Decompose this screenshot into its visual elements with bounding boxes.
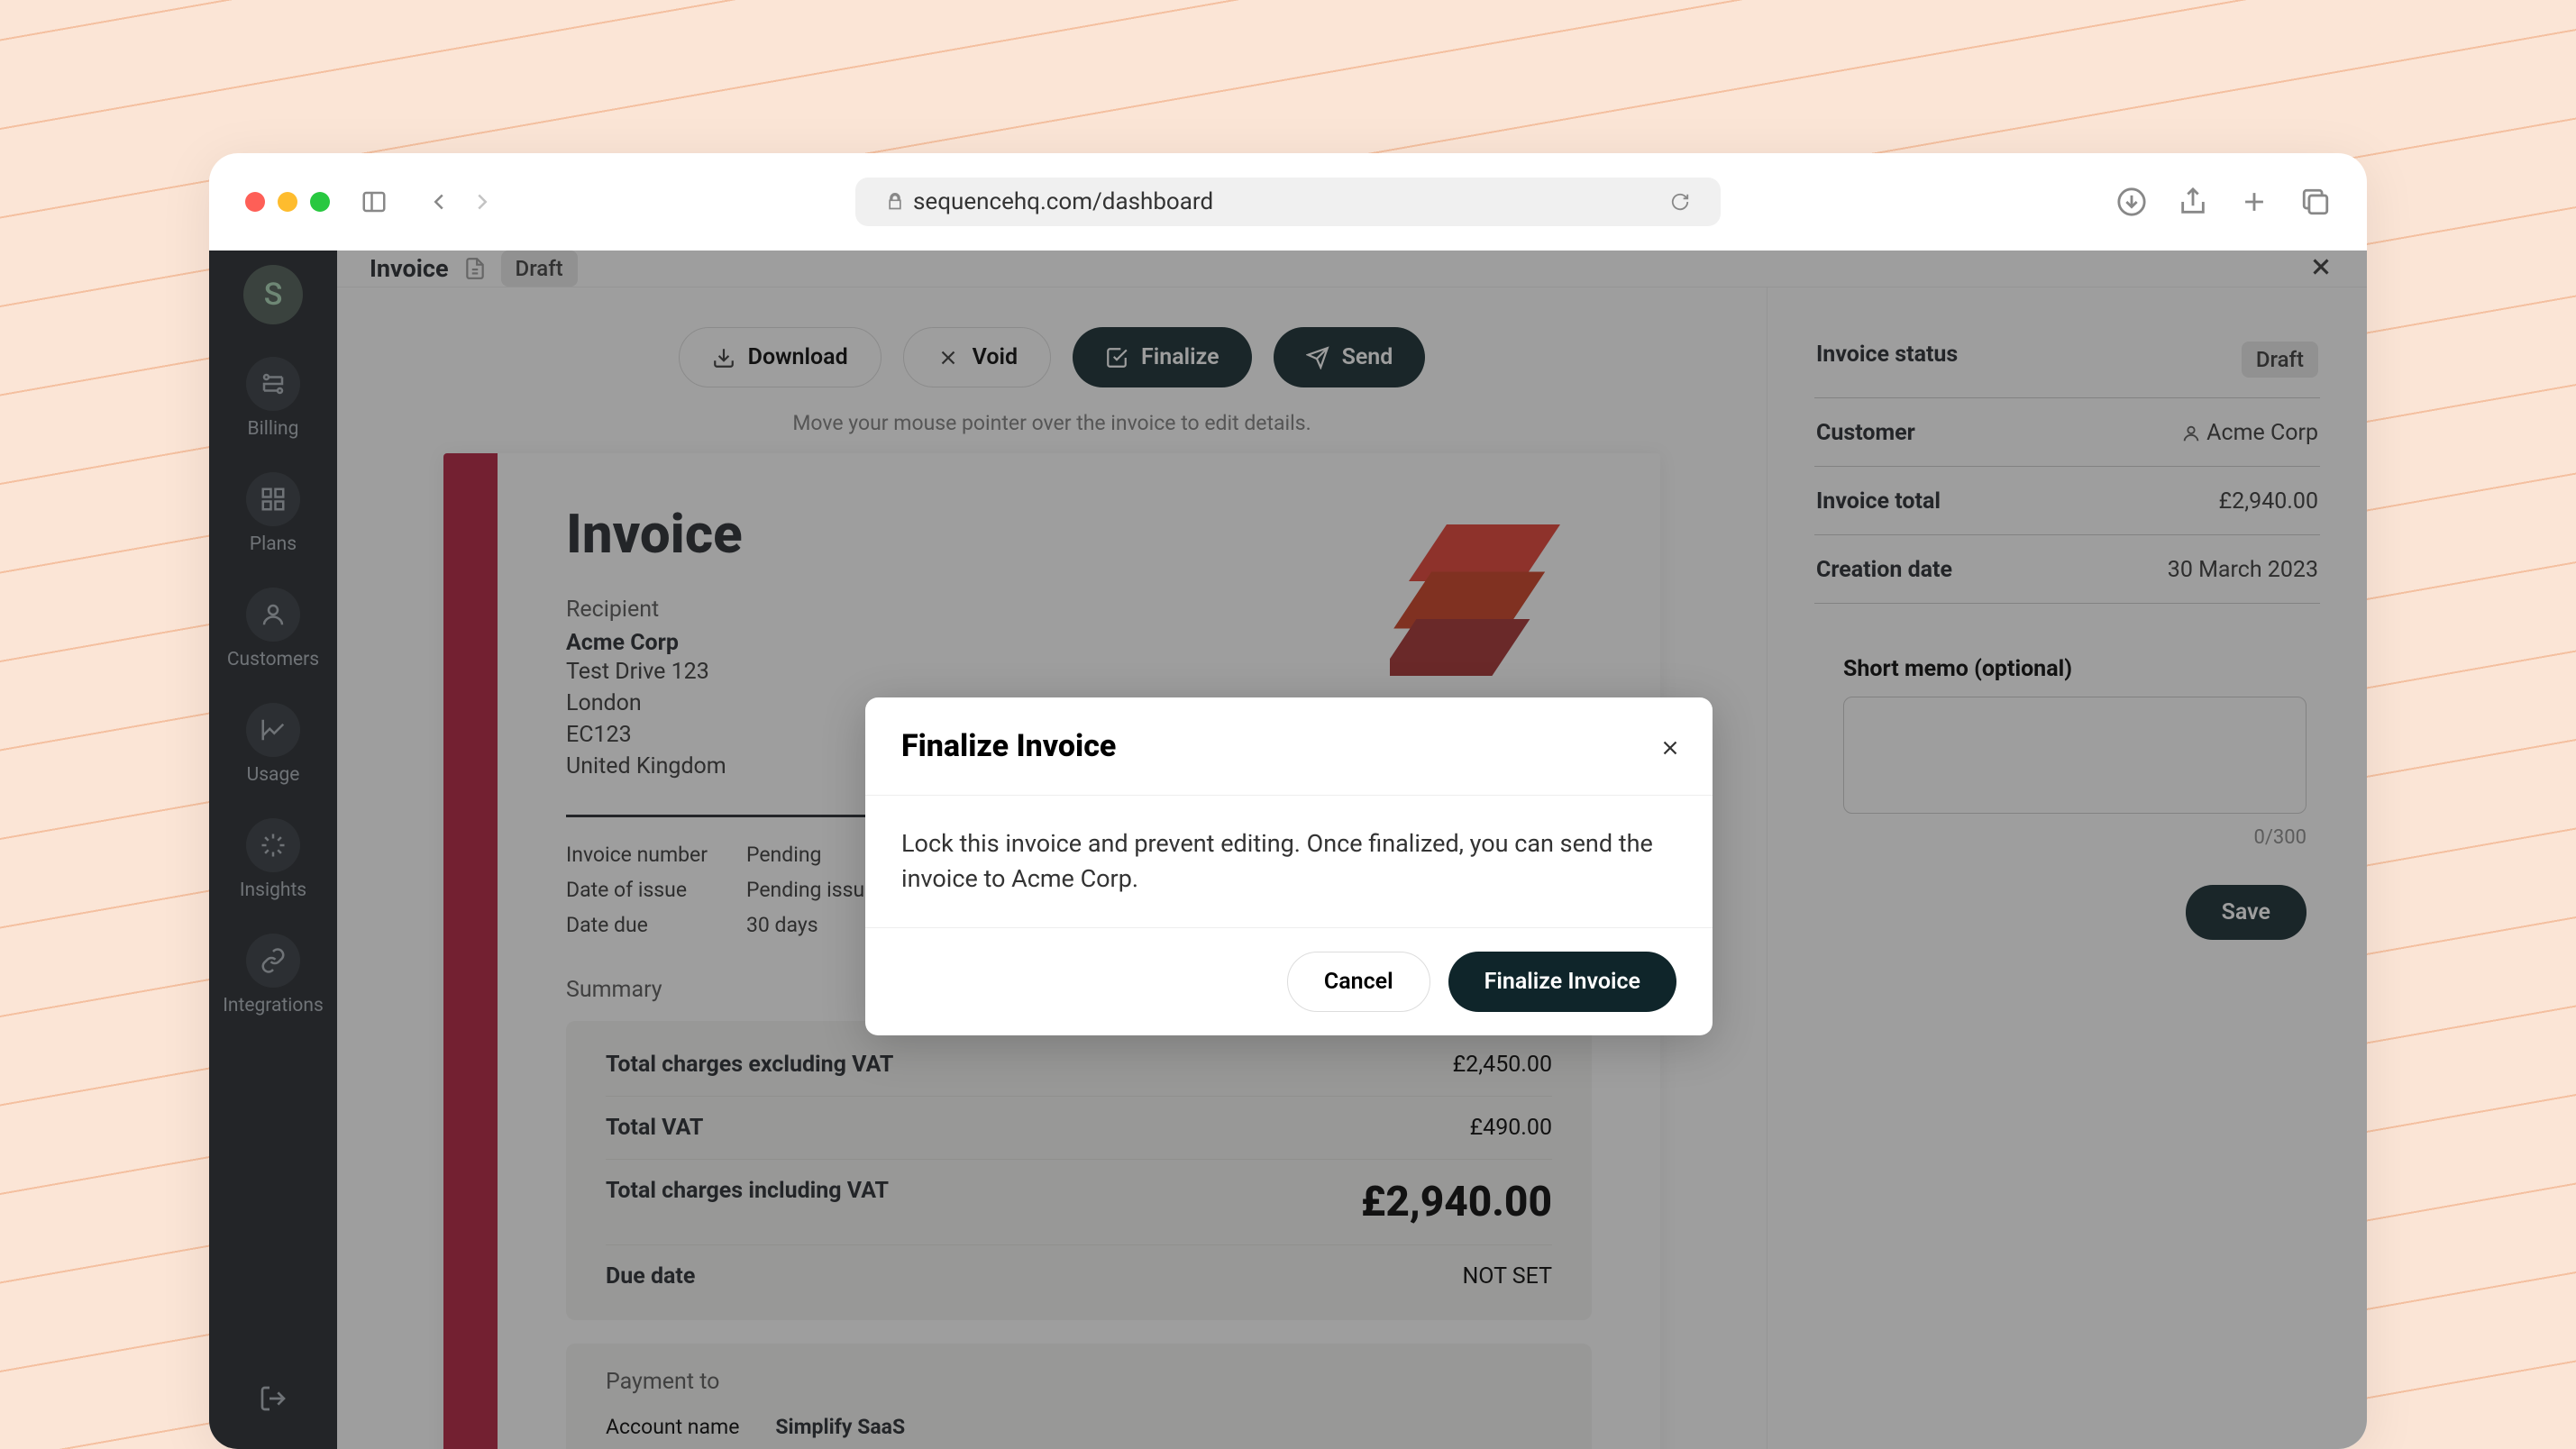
url-text: sequencehq.com/dashboard	[913, 188, 1213, 215]
app-root: S Billing Plans Customers Usage Insights	[209, 251, 2367, 1449]
modal-cancel-button[interactable]: Cancel	[1287, 952, 1430, 1012]
modal-close-button[interactable]	[1658, 732, 1682, 768]
new-tab-icon[interactable]	[2239, 187, 2270, 217]
modal-title: Finalize Invoice	[865, 697, 1713, 796]
lock-icon	[886, 193, 904, 211]
maximize-window-icon[interactable]	[310, 192, 330, 212]
forward-icon[interactable]	[469, 188, 496, 215]
share-icon[interactable]	[2178, 187, 2208, 217]
url-bar[interactable]: sequencehq.com/dashboard	[855, 178, 1721, 226]
finalize-modal: Finalize Invoice Lock this invoice and p…	[865, 697, 1713, 1035]
sidebar-toggle-icon[interactable]	[361, 188, 388, 215]
modal-confirm-button[interactable]: Finalize Invoice	[1448, 952, 1676, 1012]
reload-icon[interactable]	[1670, 192, 1690, 212]
window-controls[interactable]	[245, 192, 330, 212]
close-window-icon[interactable]	[245, 192, 265, 212]
browser-window: sequencehq.com/dashboard S Billing Plans…	[209, 153, 2367, 1449]
back-icon[interactable]	[425, 188, 452, 215]
downloads-icon[interactable]	[2116, 187, 2147, 217]
tabs-icon[interactable]	[2300, 187, 2331, 217]
browser-toolbar: sequencehq.com/dashboard	[209, 153, 2367, 251]
modal-actions: Cancel Finalize Invoice	[865, 928, 1713, 1035]
modal-body: Lock this invoice and prevent editing. O…	[865, 796, 1713, 928]
minimize-window-icon[interactable]	[278, 192, 297, 212]
